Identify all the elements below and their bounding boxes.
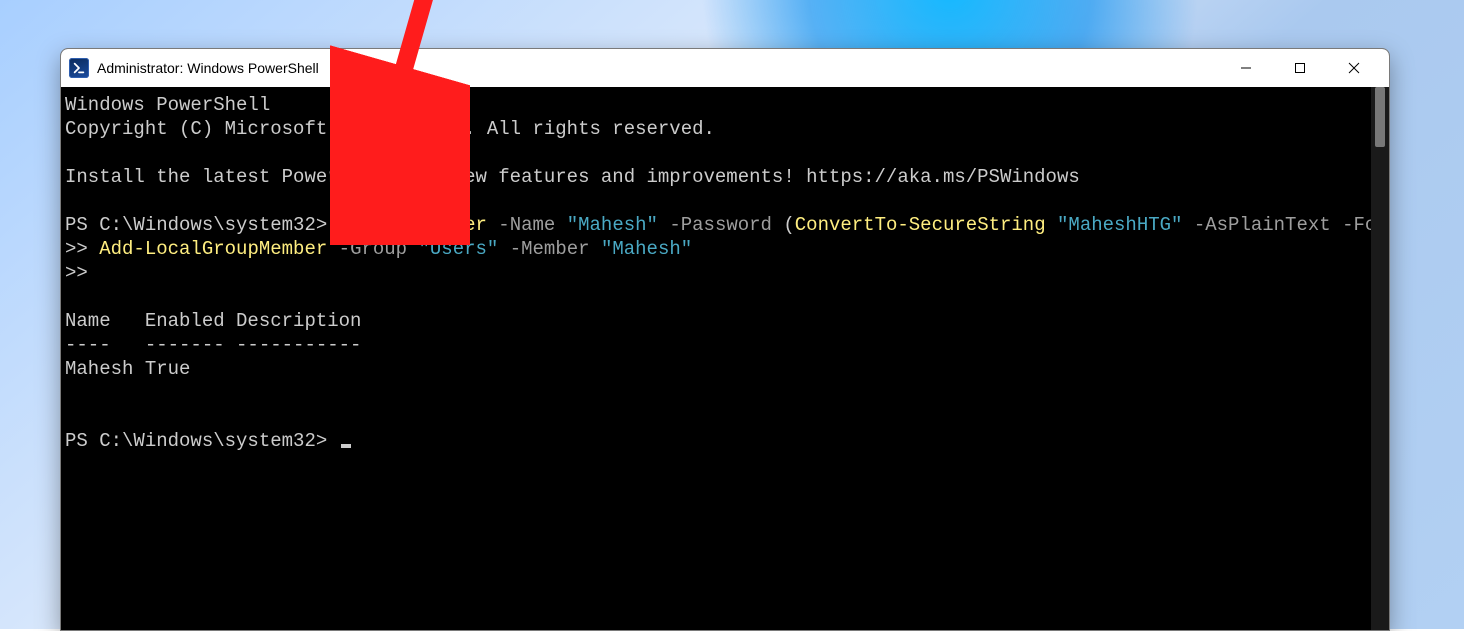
terminal-output[interactable]: Windows PowerShell Copyright (C) Microso… [61, 87, 1371, 630]
powershell-window: Administrator: Windows PowerShell Window… [60, 48, 1390, 631]
vertical-scrollbar[interactable] [1371, 87, 1389, 630]
ps-header-line1: Windows PowerShell [65, 94, 270, 116]
output-row: Mahesh True [65, 358, 190, 380]
window-controls [1219, 49, 1381, 87]
continuation-prefix-2: >> [65, 262, 88, 284]
prompt-2: PS C:\Windows\system32> [65, 430, 339, 452]
maximize-button[interactable] [1273, 49, 1327, 87]
cmdlet-new-localuser: New-LocalUser [339, 214, 487, 236]
output-rule: ---- ------- ----------- [65, 334, 361, 356]
param-force: -Force [1342, 214, 1371, 236]
param-asplaintext: -AsPlainText [1182, 214, 1342, 236]
titlebar[interactable]: Administrator: Windows PowerShell [61, 49, 1389, 87]
value-name: "Mahesh" [567, 214, 658, 236]
scrollbar-thumb[interactable] [1375, 87, 1385, 147]
prompt-1: PS C:\Windows\system32> [65, 214, 339, 236]
terminal-cursor [341, 444, 351, 448]
continuation-prefix-1: >> [65, 238, 99, 260]
param-password: -Password [658, 214, 783, 236]
value-group: "Users" [418, 238, 498, 260]
window-title: Administrator: Windows PowerShell [97, 60, 1219, 76]
param-name: -Name [487, 214, 567, 236]
cmdlet-convertto-securestring: ConvertTo-SecureString [795, 214, 1046, 236]
ps-install-message: Install the latest PowerShell for new fe… [65, 166, 1080, 188]
ps-header-line2: Copyright (C) Microsoft Corporation. All… [65, 118, 715, 140]
close-button[interactable] [1327, 49, 1381, 87]
value-password: "MaheshHTG" [1057, 214, 1182, 236]
param-member: -Member [498, 238, 601, 260]
paren-open: ( [783, 214, 794, 236]
value-member: "Mahesh" [601, 238, 692, 260]
minimize-button[interactable] [1219, 49, 1273, 87]
output-header: Name Enabled Description [65, 310, 361, 332]
powershell-icon [69, 58, 89, 78]
cmdlet-add-localgroupmember: Add-LocalGroupMember [99, 238, 327, 260]
param-group: -Group [327, 238, 418, 260]
